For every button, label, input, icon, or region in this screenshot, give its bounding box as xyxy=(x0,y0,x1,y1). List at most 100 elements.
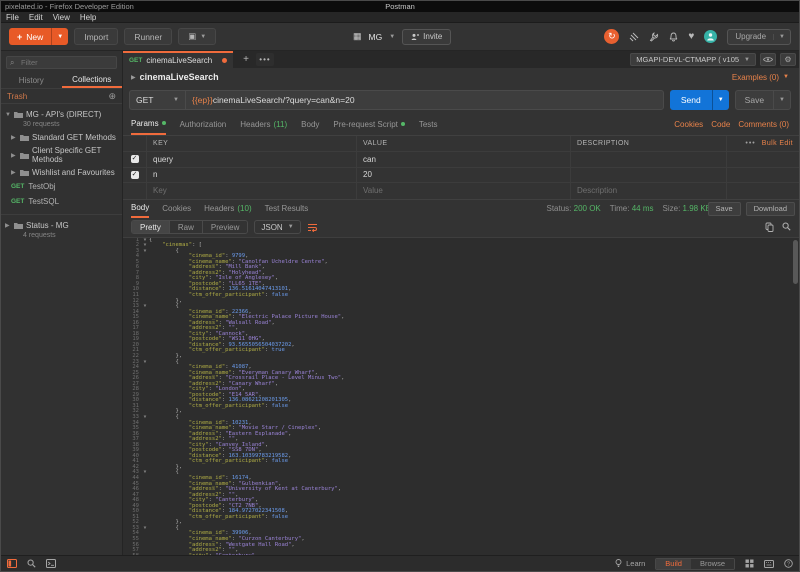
learn-button[interactable]: Learn xyxy=(615,559,645,568)
build-mode-button[interactable]: Build xyxy=(656,558,691,569)
workspace-switcher-button[interactable]: ▣ ▼ xyxy=(178,28,217,45)
settings-button[interactable]: ⚙ xyxy=(780,53,796,66)
folder-standard-get-methods[interactable]: ▶ Standard GET Methods xyxy=(1,131,122,144)
params-header-row: KEY VALUE DESCRIPTION ••• Bulk Edit xyxy=(123,136,799,152)
code-link[interactable]: Code xyxy=(711,120,730,129)
bell-icon[interactable] xyxy=(669,32,678,42)
sidebar-toggle-icon[interactable] xyxy=(7,559,17,568)
tab-body[interactable]: Body xyxy=(301,113,319,135)
tab-pre-request-script[interactable]: Pre-request Script xyxy=(333,113,405,135)
comments-link[interactable]: Comments (0) xyxy=(738,120,789,129)
find-replace-icon[interactable] xyxy=(27,559,36,568)
request-testobj[interactable]: GET TestObj xyxy=(1,179,122,194)
wrench-icon[interactable] xyxy=(649,31,659,42)
chevron-collapsed-icon[interactable]: ▶ xyxy=(11,152,17,159)
method-select[interactable]: GET ▼ xyxy=(129,89,185,110)
new-collection-icon[interactable]: ⊕ xyxy=(108,91,116,102)
heart-icon[interactable]: ♥ xyxy=(688,31,694,42)
workspace-grid-icon[interactable]: ▦ xyxy=(353,31,362,42)
sync-status-icon[interactable]: ↻ xyxy=(604,29,620,44)
chevron-collapsed-icon[interactable]: ▶ xyxy=(5,222,11,229)
console-icon[interactable] xyxy=(46,559,56,568)
avatar[interactable] xyxy=(704,30,718,43)
filter-input[interactable] xyxy=(6,56,117,69)
response-body-code[interactable]: 1 ▼{2 ▼ "cinemas": [3 ▼ {4 "cinema_id": 979… xyxy=(123,236,799,555)
search-icon[interactable] xyxy=(782,222,791,232)
send-button[interactable]: Send ▼ xyxy=(669,89,729,110)
folder-client-specific-get-methods[interactable]: ▶ Client Specific GET Methods xyxy=(1,144,122,166)
tab-authorization[interactable]: Authorization xyxy=(180,113,227,135)
format-select[interactable]: JSON ▼ xyxy=(254,220,301,234)
checkbox-checked[interactable]: ✓ xyxy=(130,155,139,164)
tab-params[interactable]: Params xyxy=(131,113,166,135)
param-key[interactable]: query xyxy=(153,155,173,164)
environment-name: MGAPI-DEVL-CTMAPP ( v105 xyxy=(636,55,740,64)
shortcuts-icon[interactable] xyxy=(764,559,774,568)
url-input[interactable]: {{ep}} cinemaLiveSearch/?query=can&n=20 xyxy=(185,89,664,110)
collection-mg-apis[interactable]: ▼ MG - API's (DIRECT) xyxy=(1,108,122,121)
vertical-scrollbar[interactable] xyxy=(793,239,798,284)
view-raw-button[interactable]: Raw xyxy=(169,221,203,233)
chevron-collapsed-icon[interactable]: ▶ xyxy=(11,134,17,141)
tab-options-button[interactable]: ••• xyxy=(256,53,274,66)
menu-edit[interactable]: Edit xyxy=(29,13,43,22)
request-testsql[interactable]: GET TestSQL xyxy=(1,194,122,209)
workspace-name[interactable]: MG xyxy=(369,32,383,42)
browse-mode-button[interactable]: Browse xyxy=(690,558,734,569)
chevron-right-icon[interactable]: ▶ xyxy=(131,74,136,81)
tab-response-cookies[interactable]: Cookies xyxy=(162,200,191,218)
tab-test-results[interactable]: Test Results xyxy=(265,200,309,218)
chevron-collapsed-icon[interactable]: ▶ xyxy=(11,169,17,176)
param-description-placeholder[interactable]: Description xyxy=(577,186,617,195)
help-icon[interactable]: ? xyxy=(784,559,793,568)
runner-button[interactable]: Runner xyxy=(124,28,173,45)
request-label: TestObj xyxy=(28,182,56,191)
tab-history[interactable]: History xyxy=(1,72,62,88)
download-response-button[interactable]: Download xyxy=(745,201,795,216)
trash-link[interactable]: Trash xyxy=(7,92,27,101)
folder-wishlist-and-favourites[interactable]: ▶ Wishlist and Favourites xyxy=(1,166,122,179)
menu-file[interactable]: File xyxy=(6,13,19,22)
tab-label: Params xyxy=(131,118,159,128)
save-response-button[interactable]: Save xyxy=(707,201,741,216)
chevron-expanded-icon[interactable]: ▼ xyxy=(5,112,11,118)
save-options-caret[interactable]: ▼ xyxy=(773,90,790,109)
param-key-placeholder[interactable]: Key xyxy=(153,186,167,195)
tab-collections[interactable]: Collections xyxy=(61,72,122,88)
bulk-edit-link[interactable]: Bulk Edit xyxy=(762,140,793,147)
new-button[interactable]: + New ▼ xyxy=(9,28,69,45)
view-preview-button[interactable]: Preview xyxy=(202,221,248,233)
invite-button[interactable]: Invite xyxy=(402,28,452,45)
tab-tests[interactable]: Tests xyxy=(419,113,438,135)
upgrade-caret-icon[interactable]: ▼ xyxy=(773,33,790,40)
wrap-lines-button[interactable] xyxy=(307,223,318,232)
cookies-link[interactable]: Cookies xyxy=(674,120,703,129)
environment-select[interactable]: MGAPI-DEVL-CTMAPP ( v105 ▼ xyxy=(630,53,756,66)
workspace-caret-icon[interactable]: ▼ xyxy=(389,34,395,40)
satellite-icon[interactable] xyxy=(629,32,639,42)
collection-status-mg[interactable]: ▶ Status - MG xyxy=(1,219,122,232)
import-button[interactable]: Import xyxy=(74,28,119,45)
examples-dropdown[interactable]: Examples (0) ▼ xyxy=(732,73,789,82)
save-button[interactable]: Save ▼ xyxy=(734,89,791,110)
params-more-button[interactable]: ••• xyxy=(745,140,755,147)
environment-quicklook-button[interactable] xyxy=(760,53,776,66)
tab-response-headers[interactable]: Headers (10) xyxy=(204,200,251,218)
tab-headers[interactable]: Headers (11) xyxy=(240,113,287,135)
menu-view[interactable]: View xyxy=(53,13,70,22)
param-key[interactable]: n xyxy=(153,170,157,179)
param-value-placeholder[interactable]: Value xyxy=(363,186,383,195)
new-tab-button[interactable]: + xyxy=(238,51,254,68)
menu-help[interactable]: Help xyxy=(80,13,96,22)
copy-icon[interactable] xyxy=(765,222,774,232)
split-view-icon[interactable] xyxy=(745,559,754,568)
new-dropdown-caret[interactable]: ▼ xyxy=(51,28,68,45)
param-value[interactable]: can xyxy=(363,155,376,164)
upgrade-button[interactable]: Upgrade ▼ xyxy=(727,28,791,45)
param-value[interactable]: 20 xyxy=(363,170,372,179)
tab-response-body[interactable]: Body xyxy=(131,200,150,218)
send-options-caret[interactable]: ▼ xyxy=(711,89,729,110)
view-pretty-button[interactable]: Pretty xyxy=(132,221,170,233)
tab-cinemalivesearch[interactable]: GET cinemaLiveSearch xyxy=(123,51,233,68)
checkbox-checked[interactable]: ✓ xyxy=(130,170,139,179)
